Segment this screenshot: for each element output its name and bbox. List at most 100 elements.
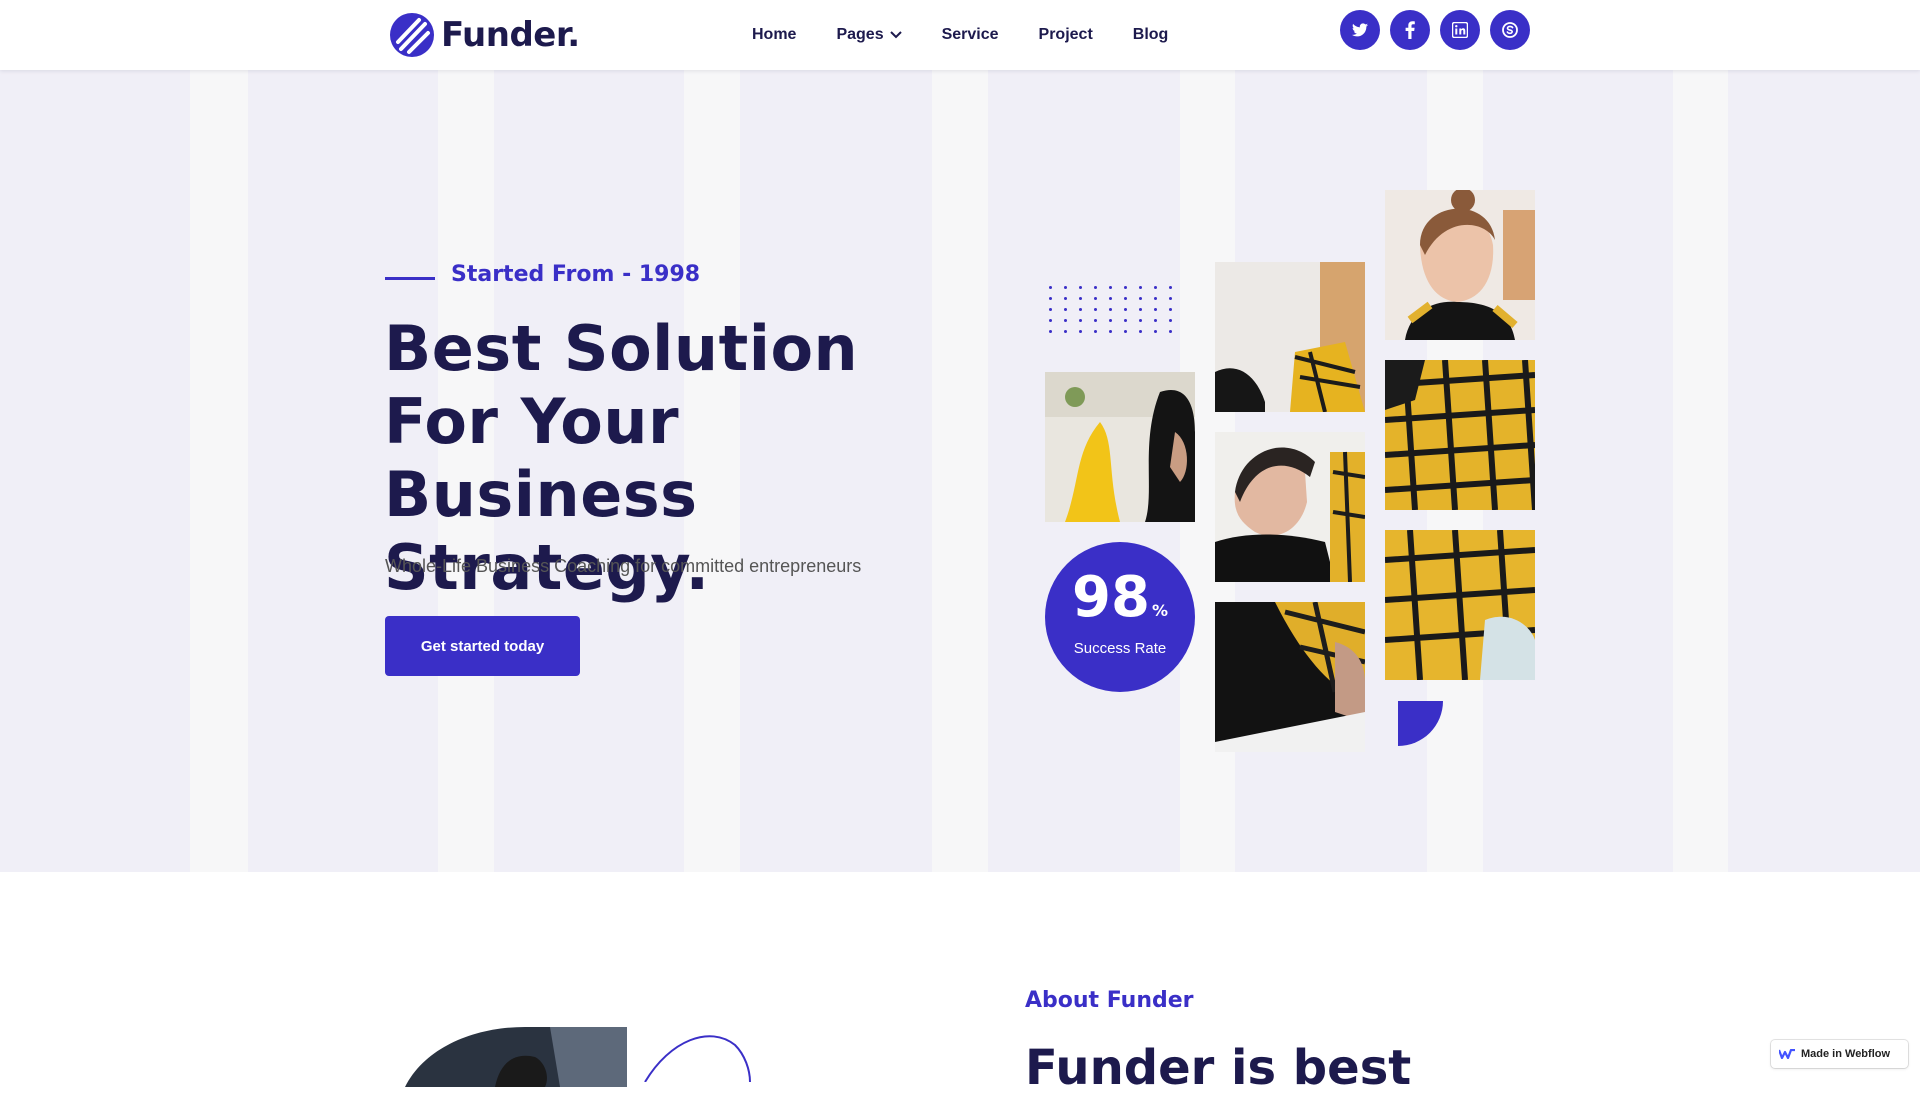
chevron-down-icon	[889, 31, 902, 39]
main-nav: Home Pages Service Project Blog	[752, 0, 1168, 70]
dot	[1139, 297, 1142, 300]
dot	[1094, 286, 1097, 289]
eyebrow-line	[385, 277, 435, 280]
nav-home[interactable]: Home	[752, 26, 796, 44]
stat-unit: %	[1151, 601, 1168, 620]
dot	[1169, 308, 1172, 311]
hero-photo-6	[1385, 360, 1535, 510]
background-stripe	[1728, 70, 1920, 872]
dot	[1094, 319, 1097, 322]
nav-project-label: Project	[1038, 26, 1093, 43]
nav-project[interactable]: Project	[1039, 26, 1093, 44]
skype-icon	[1502, 22, 1518, 38]
hero-eyebrow: Started From - 1998	[385, 262, 700, 287]
eyebrow-text: Started From - 1998	[451, 262, 701, 287]
dot	[1094, 330, 1097, 333]
success-rate-value: 98%	[1045, 568, 1195, 641]
dot	[1124, 297, 1127, 300]
webflow-badge[interactable]: Made in Webflow	[1771, 1040, 1908, 1068]
dot	[1124, 330, 1127, 333]
nav-service-label: Service	[941, 26, 999, 43]
photo-woman-portrait	[1385, 190, 1535, 340]
dot	[1109, 319, 1112, 322]
nav-blog-label: Blog	[1132, 26, 1169, 43]
photo-man-cap	[1045, 372, 1195, 522]
hero-photo-4	[1215, 602, 1365, 752]
about-image-collage	[405, 1027, 627, 1087]
nav-home-label: Home	[752, 26, 797, 43]
dot	[1169, 297, 1172, 300]
background-stripe	[0, 70, 190, 872]
hero-photo-5	[1385, 190, 1535, 340]
dot	[1079, 308, 1082, 311]
dot	[1079, 319, 1082, 322]
facebook-icon	[1405, 21, 1415, 39]
dot	[1064, 330, 1067, 333]
about-title: Funder is best	[1025, 1040, 1412, 1096]
dot	[1109, 308, 1112, 311]
nav-pages-label: Pages	[836, 26, 884, 43]
dot	[1049, 319, 1052, 322]
dot	[1124, 308, 1127, 311]
stat-number: 98	[1072, 565, 1150, 630]
photo-man-beanie	[1215, 262, 1365, 412]
dot	[1079, 330, 1082, 333]
dot	[1154, 308, 1157, 311]
about-label: About Funder	[1025, 988, 1194, 1013]
twitter-button[interactable]	[1340, 10, 1380, 50]
dot	[1169, 286, 1172, 289]
skype-button[interactable]	[1490, 10, 1530, 50]
hero-section	[0, 70, 1920, 872]
success-rate-label: Success Rate	[1073, 640, 1167, 657]
nav-blog[interactable]: Blog	[1133, 26, 1169, 44]
linkedin-button[interactable]	[1440, 10, 1480, 50]
hero-subtitle: Whole-Life Business Coaching for committ…	[385, 556, 862, 576]
photo-plaid-sleeve	[1385, 530, 1535, 680]
dot	[1064, 286, 1067, 289]
dot	[1064, 297, 1067, 300]
dot	[1064, 308, 1067, 311]
dot	[1139, 308, 1142, 311]
webflow-icon	[1779, 1049, 1795, 1059]
nav-service[interactable]: Service	[942, 26, 999, 44]
social-links	[1340, 10, 1530, 50]
decorative-arc	[644, 1035, 751, 1082]
dot	[1094, 308, 1097, 311]
dot	[1169, 330, 1172, 333]
dot	[1094, 297, 1097, 300]
photo-man-tattoo	[1215, 602, 1365, 752]
linkedin-icon	[1452, 22, 1468, 38]
dot	[1049, 308, 1052, 311]
webflow-badge-label: Made in Webflow	[1801, 1048, 1891, 1060]
dot	[1079, 286, 1082, 289]
navbar: Funder. Home Pages Service Project Blog	[0, 0, 1920, 70]
dot	[1124, 319, 1127, 322]
facebook-button[interactable]	[1390, 10, 1430, 50]
hero-photo-2	[1215, 262, 1365, 412]
nav-pages[interactable]: Pages	[836, 26, 902, 44]
dot	[1064, 319, 1067, 322]
photo-man-smiling	[1215, 432, 1365, 582]
twitter-icon	[1352, 23, 1368, 37]
logo[interactable]: Funder.	[389, 12, 580, 58]
dot	[1154, 286, 1157, 289]
dot	[1139, 330, 1142, 333]
dot	[1049, 330, 1052, 333]
dot	[1154, 297, 1157, 300]
get-started-button[interactable]: Get started today	[385, 616, 580, 676]
dot	[1079, 297, 1082, 300]
dot	[1169, 319, 1172, 322]
dot	[1049, 297, 1052, 300]
funder-logo-icon	[390, 13, 434, 57]
decorative-dot-grid	[1049, 286, 1179, 334]
dot	[1109, 297, 1112, 300]
hero-photo-3	[1215, 432, 1365, 582]
dot	[1049, 286, 1052, 289]
success-rate-badge: 98% Success Rate	[1045, 542, 1195, 692]
dot	[1109, 286, 1112, 289]
dot	[1124, 286, 1127, 289]
photo-plaid-jacket	[1385, 360, 1535, 510]
dot	[1139, 319, 1142, 322]
dot	[1154, 319, 1157, 322]
hero-photo-7	[1385, 530, 1535, 680]
